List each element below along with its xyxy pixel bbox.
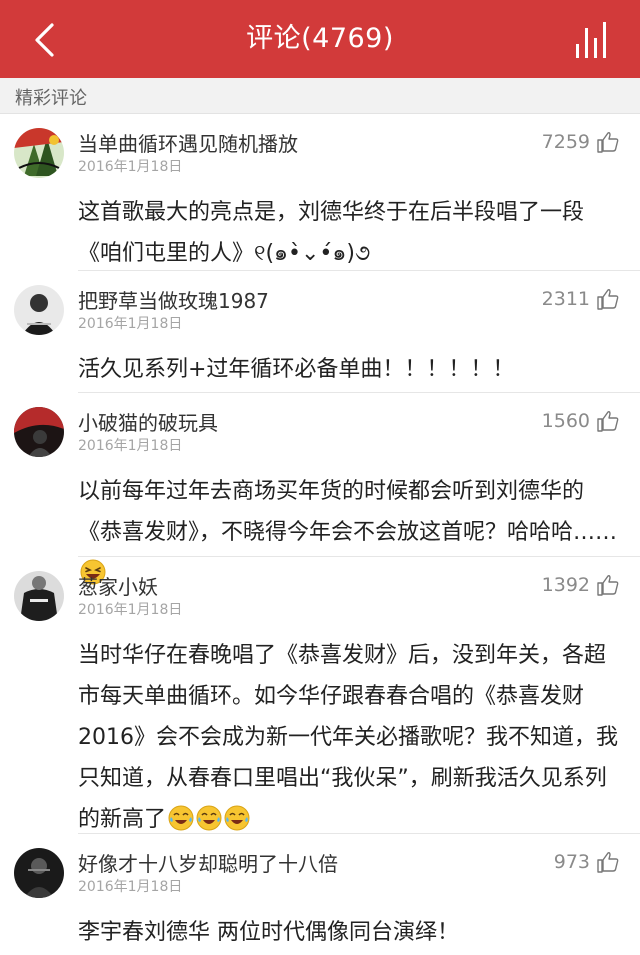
thumbs-up-icon xyxy=(597,575,619,596)
thumbs-up-icon xyxy=(597,411,619,432)
avatar[interactable] xyxy=(14,285,64,335)
stats-button[interactable] xyxy=(574,20,614,60)
like-count: 1392 xyxy=(541,574,590,596)
comment-item: 好像才十八岁却聪明了十八倍 2016年1月18日 973 李宇春刘德华 两位时代… xyxy=(0,834,640,955)
like-button[interactable]: 973 xyxy=(554,848,620,876)
comment-item: 小破猫的破玩具 2016年1月18日 1560 以前每年过年去商场买年货的时候都… xyxy=(0,393,640,585)
comment-date: 2016年1月18日 xyxy=(78,438,183,454)
section-label: 精彩评论 xyxy=(15,88,87,109)
thumbs-up-icon xyxy=(597,852,619,873)
like-button[interactable]: 1560 xyxy=(542,407,620,435)
page-title: 评论(4769) xyxy=(246,23,394,54)
comment-item: 葱家小妖 2016年1月18日 1392 当时华仔在春晚唱了《恭喜发财》后，没到… xyxy=(0,557,640,832)
comment-text: 活久见系列+过年循环必备单曲！！！！！！ xyxy=(78,357,515,382)
avatar[interactable] xyxy=(14,128,64,178)
tears-of-joy-emoji xyxy=(168,805,194,831)
like-button[interactable]: 2311 xyxy=(542,285,620,313)
chevron-left-icon xyxy=(35,23,54,57)
comment-text-block: 当时华仔在春晚唱了《恭喜发财》后，没到年关，各超市每天单曲循环。如今华仔跟春春合… xyxy=(78,635,626,840)
avatar[interactable] xyxy=(14,571,64,621)
comment-username[interactable]: 葱家小妖 xyxy=(78,571,158,600)
comment-text: 以前每年过年去商场买年货的时候都会听到刘德华的《恭喜发财》，不晓得今年会不会放这… xyxy=(78,479,618,545)
avatar[interactable] xyxy=(14,848,64,898)
comment-username[interactable]: 把野草当做玫瑰1987 xyxy=(78,285,269,314)
back-button[interactable] xyxy=(30,22,58,58)
comment-text: 当时华仔在春晚唱了《恭喜发财》后，没到年关，各超市每天单曲循环。如今华仔跟春春合… xyxy=(78,643,618,832)
like-count: 2311 xyxy=(541,288,590,310)
comment-date: 2016年1月18日 xyxy=(78,879,183,895)
comment-item: 把野草当做玫瑰1987 2016年1月18日 2311 活久见系列+过年循环必备… xyxy=(0,271,640,388)
tears-of-joy-emoji xyxy=(224,805,250,831)
comment-username[interactable]: 当单曲循环遇见随机播放 xyxy=(78,128,298,157)
bar-chart-icon xyxy=(576,22,606,58)
comment-date: 2016年1月18日 xyxy=(78,602,183,618)
comment-username[interactable]: 小破猫的破玩具 xyxy=(78,407,218,436)
like-count: 973 xyxy=(553,851,590,873)
thumbs-up-icon xyxy=(597,289,619,310)
avatar[interactable] xyxy=(14,407,64,457)
thumbs-up-icon xyxy=(597,132,619,153)
like-button[interactable]: 1392 xyxy=(542,571,620,599)
tears-of-joy-emoji xyxy=(196,805,222,831)
like-count: 1560 xyxy=(541,410,590,432)
top-bar: 评论(4769) xyxy=(0,0,640,78)
section-header: 精彩评论 xyxy=(0,78,640,114)
comment-username[interactable]: 好像才十八岁却聪明了十八倍 xyxy=(78,848,338,877)
like-button[interactable]: 7259 xyxy=(542,128,620,156)
comment-date: 2016年1月18日 xyxy=(78,316,183,332)
comment-text: 这首歌最大的亮点是，刘德华终于在后半段唱了一段《咱们屯里的人》୧(๑•̀⌄•́๑… xyxy=(78,200,585,266)
like-count: 7259 xyxy=(541,131,590,153)
comment-text: 李宇春刘德华 两位时代偶像同台演绎！ xyxy=(78,920,459,945)
comment-date: 2016年1月18日 xyxy=(78,159,183,175)
comment-item: 当单曲循环遇见随机播放 2016年1月18日 7259 这首歌最大的亮点是，刘德… xyxy=(0,114,640,270)
